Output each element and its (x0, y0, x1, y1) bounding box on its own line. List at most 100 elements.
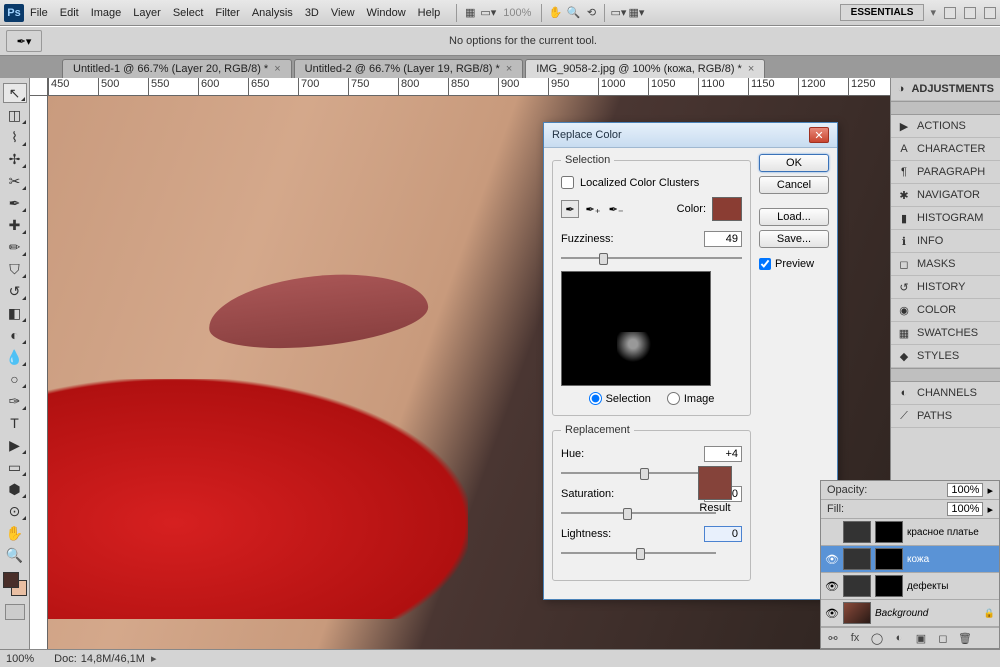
panel-history[interactable]: ↺HISTORY (891, 276, 1000, 299)
visibility-icon[interactable]: 👁 (825, 579, 839, 593)
panel-styles[interactable]: ◆STYLES (891, 345, 1000, 368)
layer-mask[interactable] (875, 521, 903, 543)
mask-icon[interactable]: ◯ (869, 631, 885, 645)
eyedropper-sub-icon[interactable]: ✒₋ (607, 200, 625, 218)
menu-window[interactable]: Window (367, 7, 406, 19)
radio-image[interactable]: Image (667, 392, 715, 405)
group-icon[interactable]: ▣ (913, 631, 929, 645)
visibility-icon[interactable]: 👁 (825, 606, 839, 620)
saturation-slider[interactable] (561, 506, 716, 520)
dodge-tool[interactable]: ○ (3, 369, 27, 389)
layer-row[interactable]: 👁кожа (821, 546, 999, 573)
hand-tool[interactable]: ✋ (3, 523, 27, 543)
document-tab[interactable]: Untitled-1 @ 66.7% (Layer 20, RGB/8) *× (62, 59, 292, 78)
shape-tool[interactable]: ▭ (3, 457, 27, 477)
3d-camera-tool[interactable]: ⊙ (3, 501, 27, 521)
panel-channels[interactable]: ◐CHANNELS (891, 382, 1000, 405)
close-icon[interactable] (984, 7, 996, 19)
selection-color-swatch[interactable] (712, 197, 742, 221)
visibility-icon[interactable]: 👁 (825, 552, 839, 566)
layer-mask[interactable] (875, 575, 903, 597)
panel-swatches[interactable]: ▦SWATCHES (891, 322, 1000, 345)
maximize-icon[interactable] (964, 7, 976, 19)
lightness-input[interactable] (704, 526, 742, 542)
3d-tool[interactable]: ⬢ (3, 479, 27, 499)
hue-input[interactable] (704, 446, 742, 462)
panel-navigator[interactable]: ✱NAVIGATOR (891, 184, 1000, 207)
document-tab[interactable]: Untitled-2 @ 66.7% (Layer 19, RGB/8) *× (294, 59, 524, 78)
lasso-tool[interactable]: ⌇ (3, 127, 27, 147)
ruler-vertical[interactable] (30, 96, 48, 649)
cancel-button[interactable]: Cancel (759, 176, 829, 194)
ruler-horizontal[interactable]: 4505005506006507007508008509009501000105… (48, 78, 890, 96)
menu-image[interactable]: Image (91, 7, 122, 19)
opacity-menu-icon[interactable]: ▸ (987, 484, 993, 497)
panel-actions[interactable]: ▶ACTIONS (891, 115, 1000, 138)
quick-select-tool[interactable]: ✢ (3, 149, 27, 169)
quick-mask-toggle[interactable] (5, 604, 25, 620)
fill-value[interactable]: 100% (947, 502, 983, 516)
result-color-swatch[interactable] (698, 466, 732, 500)
tab-close-icon[interactable]: × (274, 63, 280, 75)
grid-icon[interactable]: ▦▾ (627, 4, 645, 22)
status-menu-icon[interactable]: ▸ (151, 652, 157, 665)
current-tool-icon[interactable]: ✒▾ (6, 30, 42, 52)
layer-thumbnail[interactable] (843, 521, 871, 543)
dialog-titlebar[interactable]: Replace Color ✕ (544, 123, 837, 148)
path-select-tool[interactable]: ▶ (3, 435, 27, 455)
layer-mask[interactable] (875, 548, 903, 570)
layer-row[interactable]: красное платье (821, 519, 999, 546)
status-zoom[interactable]: 100% (6, 653, 34, 665)
workspace-switcher[interactable]: ESSENTIALS (840, 4, 925, 21)
trash-icon[interactable]: 🗑 (957, 631, 973, 645)
ruler-origin[interactable] (30, 78, 48, 96)
layer-thumbnail[interactable] (843, 575, 871, 597)
zoom-icon[interactable]: 🔍 (564, 4, 582, 22)
layer-thumbnail[interactable] (843, 548, 871, 570)
panel-character[interactable]: ACHARACTER (891, 138, 1000, 161)
visibility-icon[interactable] (825, 525, 839, 539)
save-button[interactable]: Save... (759, 230, 829, 248)
panel-histogram[interactable]: ▮HISTOGRAM (891, 207, 1000, 230)
screen-mode-icon[interactable]: ▭▾ (609, 4, 627, 22)
zoom-tool[interactable]: 🔍 (3, 545, 27, 565)
panel-paths[interactable]: ⟋PATHS (891, 405, 1000, 428)
brush-tool[interactable]: ✏ (3, 237, 27, 257)
lock-icon[interactable]: 🔒 (984, 608, 995, 619)
menu-select[interactable]: Select (173, 7, 204, 19)
layer-row[interactable]: 👁дефекты (821, 573, 999, 600)
tab-close-icon[interactable]: × (506, 63, 512, 75)
rotate-icon[interactable]: ⟲ (582, 4, 600, 22)
hue-slider[interactable] (561, 466, 716, 480)
ok-button[interactable]: OK (759, 154, 829, 172)
fx-icon[interactable]: fx (847, 631, 863, 645)
eraser-tool[interactable]: ◧ (3, 303, 27, 323)
menu-analysis[interactable]: Analysis (252, 7, 293, 19)
panel-info[interactable]: ℹINFO (891, 230, 1000, 253)
crop-tool[interactable]: ✂ (3, 171, 27, 191)
panel-paragraph[interactable]: ¶PARAGRAPH (891, 161, 1000, 184)
panel-color[interactable]: ◉COLOR (891, 299, 1000, 322)
tab-close-icon[interactable]: × (748, 63, 754, 75)
layer-thumbnail[interactable] (843, 602, 871, 624)
hand-icon[interactable]: ✋ (546, 4, 564, 22)
type-tool[interactable]: T (3, 413, 27, 433)
minimize-icon[interactable] (944, 7, 956, 19)
marquee-tool[interactable]: ◫ (3, 105, 27, 125)
radio-selection[interactable]: Selection (589, 392, 651, 405)
selection-preview[interactable] (561, 271, 711, 386)
healing-tool[interactable]: ✚ (3, 215, 27, 235)
opacity-value[interactable]: 100% (947, 483, 983, 497)
menu-layer[interactable]: Layer (133, 7, 161, 19)
preview-checkbox[interactable]: Preview (759, 258, 829, 270)
blur-tool[interactable]: 💧 (3, 347, 27, 367)
eyedropper-add-icon[interactable]: ✒₊ (584, 200, 602, 218)
fill-menu-icon[interactable]: ▸ (987, 503, 993, 516)
new-layer-icon[interactable]: ◻ (935, 631, 951, 645)
eyedropper-tool[interactable]: ✒ (3, 193, 27, 213)
stamp-tool[interactable]: ⛉ (3, 259, 27, 279)
zoom-display[interactable]: 100% (497, 7, 537, 19)
menu-3d[interactable]: 3D (305, 7, 319, 19)
fuzziness-slider[interactable] (561, 251, 742, 265)
layer-row[interactable]: 👁Background🔒 (821, 600, 999, 627)
